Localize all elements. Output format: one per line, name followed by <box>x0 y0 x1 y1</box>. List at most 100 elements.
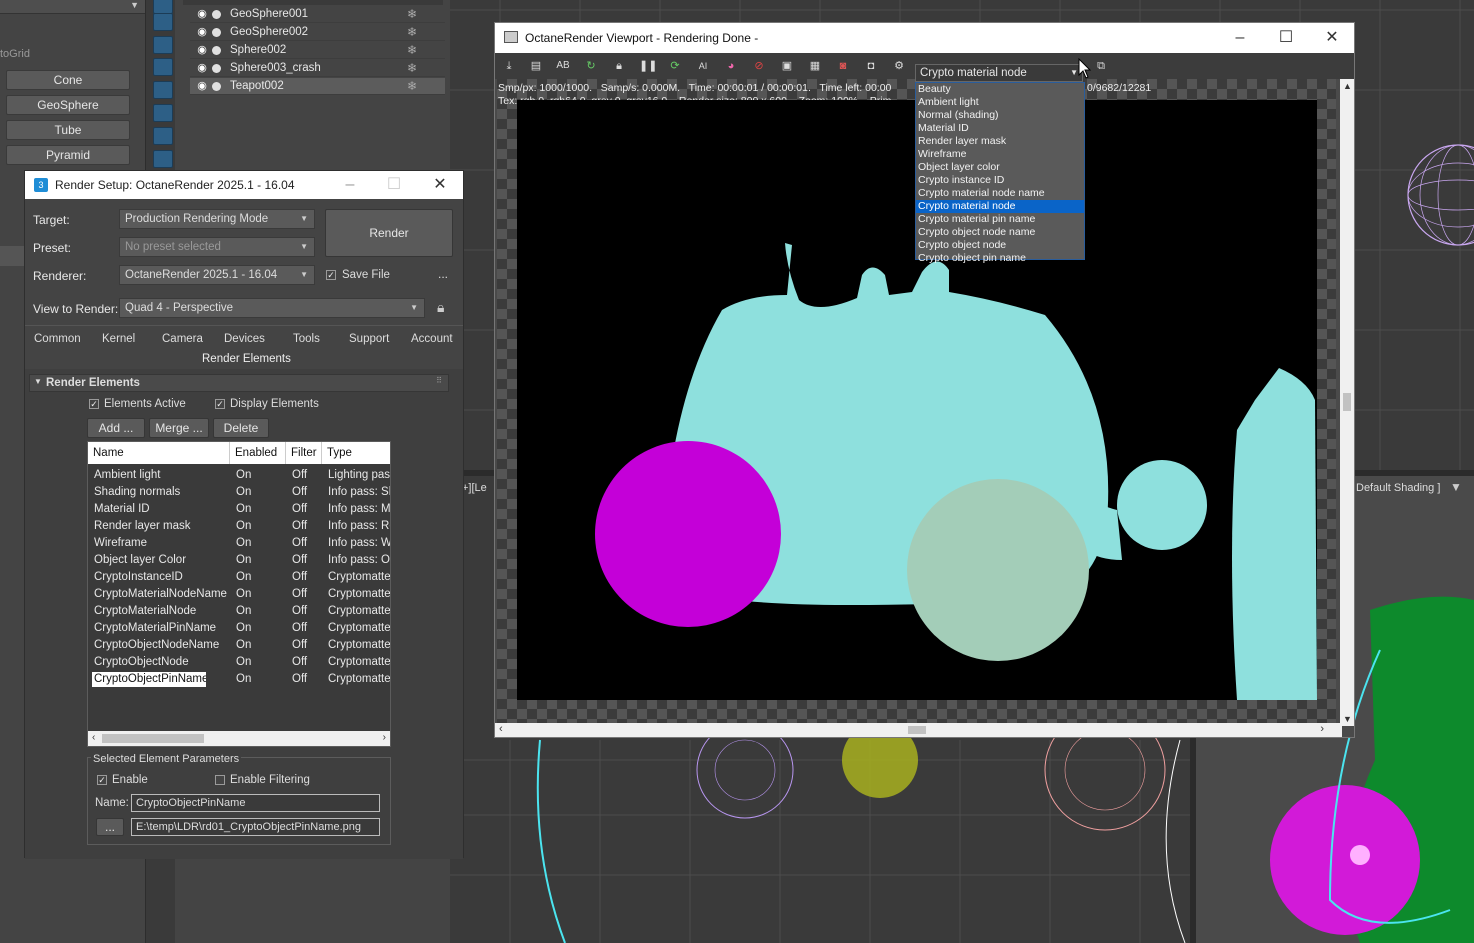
table-hscrollbar[interactable]: ‹ › <box>88 731 390 746</box>
render-pass-option[interactable]: Material ID <box>916 122 1084 135</box>
table-row[interactable]: Ambient light On Off Lighting pass <box>88 467 390 484</box>
render-pass-option[interactable]: Ambient light <box>916 96 1084 109</box>
geometry-filter-icon[interactable] <box>153 13 173 31</box>
tab-common[interactable]: Common <box>34 333 81 345</box>
table-row[interactable]: Render layer mask On Off Info pass: Re <box>88 518 390 535</box>
octane-vscrollbar[interactable]: ▲ ▼ <box>1340 79 1354 726</box>
preset-dropdown[interactable]: No preset selected ▼ <box>119 237 315 257</box>
table-row[interactable]: CryptoObjectNodeName On Off Cryptomatte <box>88 637 390 654</box>
group-filter-icon[interactable] <box>153 127 173 145</box>
render-elements-rollout[interactable]: ▼ Render Elements ⠿ <box>29 374 449 392</box>
output-path-input[interactable]: E:\temp\LDR\rd01_CryptoObjectPinName.png <box>131 818 380 836</box>
render-pass-dropdown[interactable]: Crypto material node ▼ <box>915 64 1083 82</box>
renderer-dropdown[interactable]: OctaneRender 2025.1 - 16.04 ▼ <box>119 265 315 285</box>
enable-checkbox[interactable]: ✓ <box>97 775 107 785</box>
table-row[interactable]: CryptoMaterialNodeName On Off Cryptomatte <box>88 586 390 603</box>
merge-button[interactable]: Merge ... <box>149 418 209 438</box>
maximize-icon[interactable]: ☐ <box>1269 23 1303 53</box>
freeze-icon[interactable]: ❄ <box>407 60 417 77</box>
scroll-right-icon[interactable]: › <box>1320 723 1324 735</box>
refresh-icon[interactable]: ⟳ <box>667 58 683 74</box>
browse-path-button[interactable]: ... <box>96 818 124 836</box>
save-file-checkbox[interactable]: ✓ <box>326 270 336 280</box>
scroll-right-icon[interactable]: › <box>383 732 386 743</box>
filter-icon[interactable] <box>153 0 173 14</box>
tab-render-elements[interactable]: Render Elements <box>202 353 291 365</box>
scroll-left-icon[interactable]: ‹ <box>92 732 95 743</box>
scrollbar-thumb[interactable] <box>908 726 926 734</box>
more-options-button[interactable]: ... <box>438 267 448 281</box>
close-icon[interactable]: ✕ <box>423 171 457 199</box>
minimize-icon[interactable]: – <box>1223 23 1257 53</box>
camera-filter-icon[interactable] <box>153 58 173 76</box>
spacewarp-filter-icon[interactable] <box>153 104 173 122</box>
eye-icon[interactable]: ◉ <box>194 6 210 23</box>
eye-icon[interactable]: ◉ <box>194 42 210 59</box>
column-type[interactable]: Type <box>322 442 390 464</box>
copy-icon[interactable]: ▤ <box>528 58 544 74</box>
tab-tools[interactable]: Tools <box>293 333 320 345</box>
table-row[interactable]: CryptoMaterialNode On Off Cryptomatte <box>88 603 390 620</box>
render-pass-option[interactable]: Crypto material node <box>916 200 1084 213</box>
scrollbar-thumb[interactable] <box>1343 393 1351 411</box>
render-setup-titlebar[interactable]: 3 Render Setup: OctaneRender 2025.1 - 16… <box>25 171 463 199</box>
focus-picker-icon[interactable]: ◙ <box>835 58 851 74</box>
scrollbar-thumb[interactable] <box>102 734 204 743</box>
name-input[interactable]: CryptoObjectPinName <box>131 794 380 812</box>
column-name[interactable]: Name <box>88 442 230 464</box>
tab-kernel[interactable]: Kernel <box>102 333 135 345</box>
render-pass-option[interactable]: Render layer mask <box>916 135 1084 148</box>
tab-support[interactable]: Support <box>349 333 389 345</box>
tab-devices[interactable]: Devices <box>224 333 265 345</box>
stop-icon[interactable]: ⊘ <box>751 58 767 74</box>
region-icon[interactable]: ▣ <box>779 58 795 74</box>
render-pass-option[interactable]: Crypto object node <box>916 239 1084 252</box>
command-panel-header[interactable]: ▼ <box>0 0 145 14</box>
scroll-left-icon[interactable]: ‹ <box>499 723 503 735</box>
render-pass-option[interactable]: Crypto object pin name <box>916 252 1084 265</box>
color-picker-icon[interactable]: ◕ <box>723 58 739 74</box>
viewport-label[interactable]: +][Le <box>462 482 487 494</box>
scroll-down-icon[interactable]: ▼ <box>1343 714 1352 724</box>
minimize-icon[interactable]: – <box>333 171 367 199</box>
ab-compare-icon[interactable]: AB <box>555 58 571 74</box>
table-row[interactable]: Object layer Color On Off Info pass: Ol <box>88 552 390 569</box>
table-row[interactable]: CryptoMaterialPinName On Off Cryptomatte <box>88 620 390 637</box>
table-row[interactable]: Material ID On Off Info pass: Ma <box>88 501 390 518</box>
enable-filtering-checkbox[interactable] <box>215 775 225 785</box>
save-image-icon[interactable]: ⤓ <box>501 58 517 74</box>
maximize-icon[interactable]: ☐ <box>377 171 411 199</box>
table-row[interactable]: CryptoObjectPinName On Off Cryptomatte <box>88 671 390 688</box>
cone-button[interactable]: Cone <box>6 70 130 90</box>
column-filter[interactable]: Filter <box>286 442 322 464</box>
freeze-icon[interactable]: ❄ <box>407 42 417 59</box>
table-row[interactable]: CryptoObjectNode On Off Cryptomatte <box>88 654 390 671</box>
lock-icon[interactable]: 🔒︎ <box>611 58 627 74</box>
side-tab[interactable] <box>0 246 24 266</box>
scene-row-selected[interactable]: ◉ Teapot002 ❄ <box>190 78 445 95</box>
lock-icon[interactable]: 🔒︎ <box>437 299 444 316</box>
close-icon[interactable]: ✕ <box>1315 23 1349 53</box>
film-region-icon[interactable]: ▦ <box>807 58 823 74</box>
eye-icon[interactable]: ◉ <box>194 78 210 95</box>
helper-filter-icon[interactable] <box>153 81 173 99</box>
export-passes-icon[interactable]: ⧉ <box>1093 58 1109 74</box>
render-button[interactable]: Render <box>325 209 453 257</box>
render-pass-option[interactable]: Crypto material node name <box>916 187 1084 200</box>
render-elements-table[interactable]: Name Enabled Filter Type Ambient light On… <box>87 441 391 747</box>
scene-row[interactable]: ◉ Sphere002 ❄ <box>190 42 445 59</box>
table-row[interactable]: Shading normals On Off Info pass: Sh <box>88 484 390 501</box>
render-pass-option[interactable]: Object layer color <box>916 161 1084 174</box>
render-pass-option[interactable]: Crypto object node name <box>916 226 1084 239</box>
tab-camera[interactable]: Camera <box>162 333 203 345</box>
xref-filter-icon[interactable] <box>153 150 173 168</box>
settings-icon[interactable]: ⚙ <box>891 58 907 74</box>
eye-icon[interactable]: ◉ <box>194 60 210 77</box>
scene-row[interactable]: ◉ GeoSphere001 ❄ <box>190 6 445 23</box>
pause-icon[interactable]: ❚❚ <box>639 58 657 74</box>
view-to-render-dropdown[interactable]: Quad 4 - Perspective ▼ <box>119 298 425 318</box>
freeze-icon[interactable]: ❄ <box>407 6 417 23</box>
shading-label[interactable]: Default Shading ] <box>1356 482 1440 494</box>
display-elements-checkbox[interactable]: ✓ <box>215 399 225 409</box>
target-dropdown[interactable]: Production Rendering Mode ▼ <box>119 209 315 229</box>
